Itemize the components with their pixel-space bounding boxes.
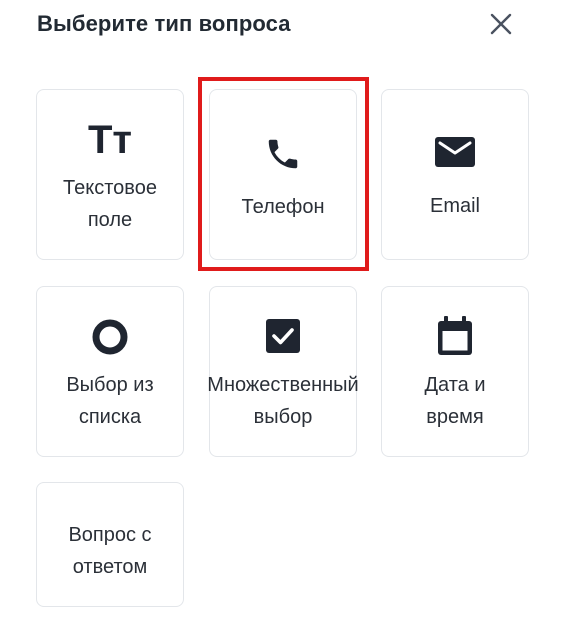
checkbox-icon xyxy=(264,317,302,360)
close-icon[interactable] xyxy=(487,10,515,38)
question-type-phone[interactable]: Телефон xyxy=(209,89,357,260)
question-type-label: Email xyxy=(429,195,480,217)
question-type-single-choice[interactable]: Выбор из списка xyxy=(36,286,184,457)
question-type-label: Дата и время xyxy=(424,374,486,428)
question-type-question-answer[interactable]: Вопрос с ответом xyxy=(36,482,184,607)
question-type-label: Множественный выбор xyxy=(207,374,359,428)
question-type-dialog: Выберите тип вопроса Tт Текстовое поле Т… xyxy=(0,0,574,635)
question-type-date-time[interactable]: Дата и время xyxy=(381,286,529,457)
mail-icon xyxy=(434,134,476,175)
text-icon-glyph: Tт xyxy=(87,118,133,162)
question-type-email[interactable]: Email xyxy=(381,89,529,260)
question-type-label: Выбор из списка xyxy=(66,374,154,428)
phone-icon xyxy=(264,135,302,178)
question-type-label: Телефон xyxy=(241,196,325,218)
question-type-multiple-choice[interactable]: Множественный выбор xyxy=(207,286,359,457)
radio-icon xyxy=(90,317,130,362)
text-icon: Tт xyxy=(88,120,132,160)
calendar-icon xyxy=(435,314,475,363)
question-type-label: Текстовое поле xyxy=(63,177,157,231)
dialog-title: Выберите тип вопроса xyxy=(37,11,291,36)
question-type-label: Вопрос с ответом xyxy=(68,524,152,578)
question-type-text-field[interactable]: Tт Текстовое поле xyxy=(36,89,184,260)
